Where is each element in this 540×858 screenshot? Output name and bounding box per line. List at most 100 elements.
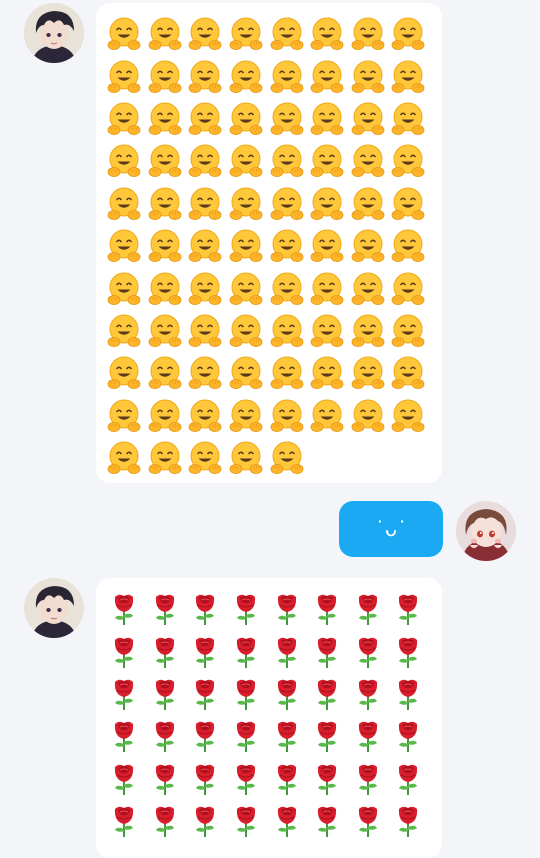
hugging-face-icon (389, 227, 427, 265)
hugging-face-icon (186, 100, 224, 138)
hugging-face-icon (349, 185, 387, 223)
rose-icon (308, 673, 346, 711)
hugging-face-icon (389, 100, 427, 138)
hugging-face-icon (268, 312, 306, 350)
hugging-face-icon (186, 227, 224, 265)
hugging-face-icon (227, 439, 265, 477)
rose-icon (268, 758, 306, 796)
self-avatar-girl[interactable] (456, 501, 516, 561)
hugging-face-icon (308, 142, 346, 180)
hugging-face-icon (227, 185, 265, 223)
hugging-face-icon (268, 15, 306, 53)
rose-icon (227, 631, 265, 669)
rose-icon (105, 588, 143, 626)
hugging-face-icon (389, 354, 427, 392)
hugging-face-icon (308, 227, 346, 265)
hugging-face-icon (146, 15, 184, 53)
rose-icon (227, 673, 265, 711)
hugging-face-icon (268, 439, 306, 477)
hugging-face-icon (268, 100, 306, 138)
rose-icon (308, 715, 346, 753)
hugging-face-icon (186, 270, 224, 308)
rose-icon (308, 800, 346, 838)
hugging-face-icon (389, 312, 427, 350)
girl-avatar-image (456, 501, 516, 561)
hugging-face-icon (146, 397, 184, 435)
hugging-face-icon (105, 227, 143, 265)
rose-icon (349, 758, 387, 796)
hugging-face-icon (105, 312, 143, 350)
hugging-face-icon (308, 58, 346, 96)
hugging-face-icon (105, 270, 143, 308)
rose-icon (186, 631, 224, 669)
rose-icon (146, 715, 184, 753)
rose-icon (349, 673, 387, 711)
sender-avatar-boy[interactable] (24, 3, 84, 63)
rose-icon (105, 758, 143, 796)
hugging-face-icon (227, 15, 265, 53)
hugging-face-icon (268, 58, 306, 96)
hugging-face-icon (308, 312, 346, 350)
rose-icon (268, 631, 306, 669)
hugging-face-icon (389, 270, 427, 308)
rose-icon (186, 588, 224, 626)
hugging-face-icon (389, 185, 427, 223)
rose-icon (186, 800, 224, 838)
hugging-face-icon (227, 354, 265, 392)
rose-icon (268, 673, 306, 711)
hugging-face-icon (186, 397, 224, 435)
hugging-face-icon (389, 142, 427, 180)
hugging-face-icon (227, 227, 265, 265)
rose-icon (186, 715, 224, 753)
rose-icon (308, 758, 346, 796)
hugging-face-emoji-grid (104, 13, 429, 479)
hugging-face-icon (186, 15, 224, 53)
hugging-face-icon (105, 397, 143, 435)
hugging-face-icon (268, 227, 306, 265)
hugging-face-icon (146, 439, 184, 477)
hugging-face-icon (227, 142, 265, 180)
hugging-face-icon (389, 58, 427, 96)
message-bubble-roses[interactable] (96, 578, 442, 858)
hugging-face-icon (146, 354, 184, 392)
boy-avatar-image (24, 3, 84, 63)
hugging-face-icon (186, 439, 224, 477)
hugging-face-icon (349, 312, 387, 350)
rose-icon (146, 588, 184, 626)
rose-icon (389, 758, 427, 796)
rose-icon (227, 758, 265, 796)
hugging-face-icon (308, 397, 346, 435)
hugging-face-icon (349, 270, 387, 308)
message-bubble-kaomoji[interactable]: ˙ᴗ˙ (339, 501, 443, 557)
hugging-face-icon (268, 270, 306, 308)
hugging-face-icon (349, 142, 387, 180)
hugging-face-icon (349, 58, 387, 96)
sender-avatar-boy-2[interactable] (24, 578, 84, 638)
hugging-face-icon (227, 58, 265, 96)
rose-icon (268, 800, 306, 838)
hugging-face-icon (186, 58, 224, 96)
hugging-face-icon (268, 397, 306, 435)
hugging-face-icon (146, 312, 184, 350)
hugging-face-icon (349, 354, 387, 392)
hugging-face-icon (186, 185, 224, 223)
hugging-face-icon (105, 58, 143, 96)
rose-icon (105, 673, 143, 711)
hugging-face-icon (146, 58, 184, 96)
hugging-face-icon (186, 312, 224, 350)
hugging-face-icon (268, 185, 306, 223)
kaomoji-text: ˙ᴗ˙ (339, 501, 443, 557)
rose-emoji-grid (104, 586, 429, 840)
rose-icon (349, 588, 387, 626)
rose-icon (268, 588, 306, 626)
hugging-face-icon (227, 270, 265, 308)
message-bubble-hugging-faces[interactable] (96, 3, 442, 483)
hugging-face-icon (186, 142, 224, 180)
hugging-face-icon (146, 227, 184, 265)
hugging-face-icon (186, 354, 224, 392)
rose-icon (389, 715, 427, 753)
rose-icon (389, 800, 427, 838)
hugging-face-icon (146, 270, 184, 308)
rose-icon (389, 673, 427, 711)
boy-avatar-image-2 (24, 578, 84, 638)
